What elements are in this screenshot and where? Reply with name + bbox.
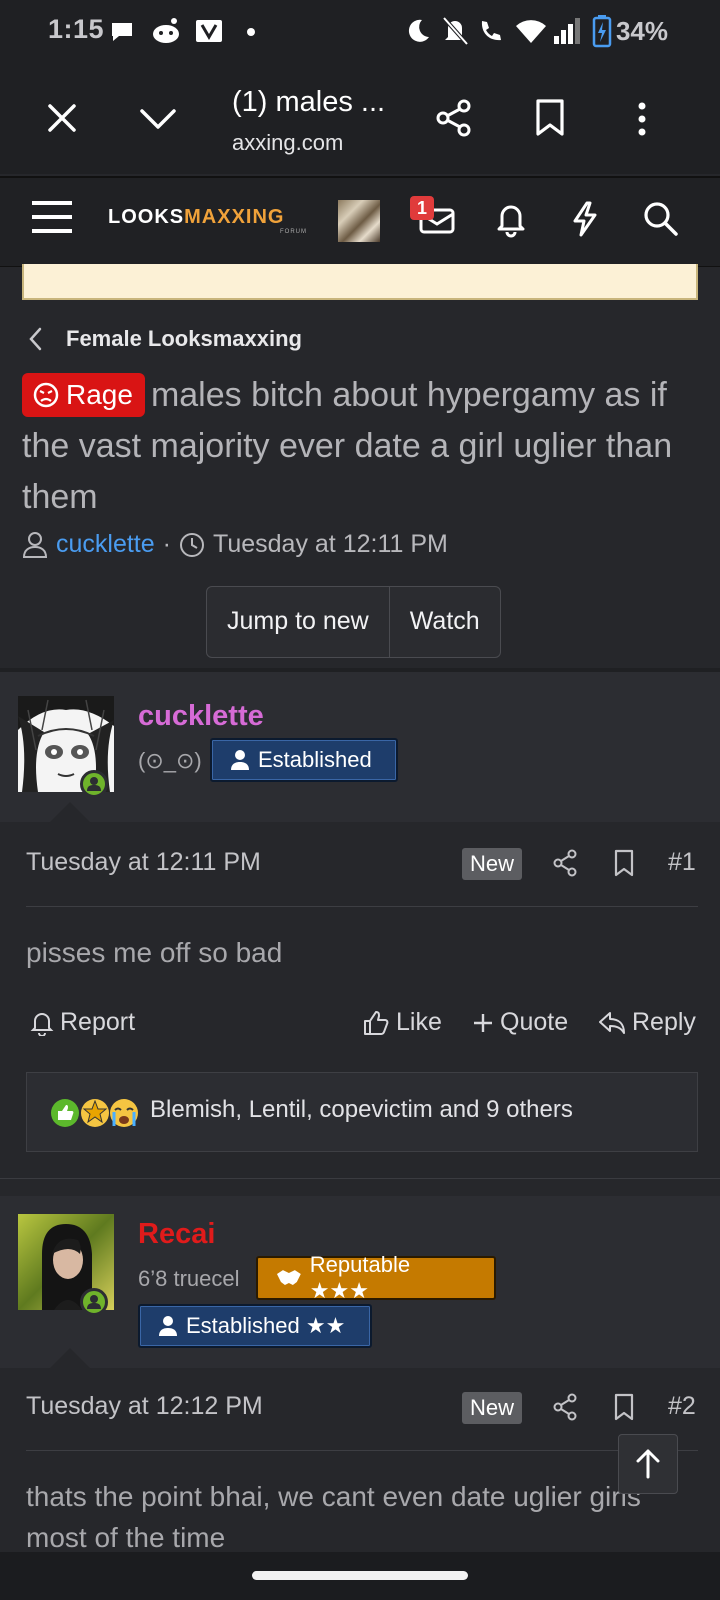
user-icon	[159, 1316, 177, 1336]
thread-meta: cucklette · Tuesday at 12:11 PM	[22, 530, 448, 559]
post-2-bookmark-icon[interactable]	[612, 1392, 636, 1422]
home-gesture-pill[interactable]	[252, 1571, 468, 1580]
browser-url[interactable]: axxing.com	[232, 130, 343, 156]
notice-banner	[22, 264, 698, 300]
online-user-icon	[87, 1295, 101, 1309]
scroll-to-top-button[interactable]	[618, 1434, 678, 1494]
share-icon[interactable]	[434, 98, 474, 138]
user-icon	[231, 750, 249, 770]
post-2-text: thats the point bhai, we cant even date …	[26, 1481, 641, 1553]
quote-label: Quote	[500, 1008, 569, 1036]
signal-icon	[554, 18, 580, 44]
browser-tab-title[interactable]: (1) males ...	[232, 86, 385, 119]
thread-prefix-label: Rage	[66, 379, 133, 410]
post-2-banner-reputable-label: Reputable ★★★	[309, 1252, 411, 1303]
battery-charging-icon	[592, 15, 612, 48]
post-1-new-tag: New	[462, 848, 523, 880]
thread-prefix-badge[interactable]: Rage	[22, 373, 145, 417]
chat-notification-icon	[112, 23, 132, 41]
report-label: Report	[60, 1008, 136, 1036]
post-2-online-indicator	[80, 1288, 108, 1316]
post-2-banner-established-label: Established ★★	[186, 1313, 346, 1338]
post-1-bookmark-icon[interactable]	[612, 848, 636, 878]
post-2-date[interactable]: Tuesday at 12:12 PM	[26, 1392, 263, 1421]
logo-looks: LOOKS	[108, 206, 185, 228]
chevron-down-icon[interactable]	[138, 102, 178, 134]
inbox-count-badge: 1	[410, 196, 434, 220]
post-1-user-title: (⊙_⊙)	[138, 748, 202, 773]
thread-button-group: Jump to new Watch	[206, 586, 501, 658]
alerts-bell-icon[interactable]	[494, 200, 528, 238]
dot-indicator-icon	[247, 28, 255, 36]
whats-new-bolt-icon[interactable]	[570, 200, 600, 238]
wifi-calling-icon	[481, 21, 501, 41]
post-2-share-icon[interactable]	[552, 1393, 578, 1421]
watch-button[interactable]: Watch	[388, 587, 500, 657]
post-2-divider	[26, 1450, 698, 1451]
post-1-banner-label: Established	[258, 747, 372, 772]
post-1-divider	[26, 906, 698, 907]
more-vert-icon[interactable]	[630, 100, 654, 138]
post-2-reputable-banner: Reputable ★★★	[256, 1252, 496, 1303]
online-user-icon	[87, 777, 101, 791]
angry-face-icon	[33, 382, 59, 408]
post-2-new-tag: New	[462, 1392, 523, 1424]
post-1-reaction-list[interactable]: Blemish, Lentil, copevictim and 9 others	[150, 1096, 573, 1124]
reddit-icon	[153, 18, 179, 43]
hamburger-menu-icon[interactable]	[30, 198, 74, 236]
breadcrumb-back-icon[interactable]	[28, 326, 44, 352]
jump-to-new-button[interactable]: Jump to new	[207, 587, 389, 657]
post-1-share-icon[interactable]	[552, 849, 578, 877]
breadcrumb[interactable]: Female Looksmaxxing	[66, 326, 302, 352]
handshake-icon	[276, 1270, 301, 1285]
post-2-pointer	[48, 1348, 92, 1370]
reaction-icons	[51, 1099, 138, 1127]
wifi-icon	[516, 20, 546, 43]
thread-start-date[interactable]: Tuesday at 12:11 PM	[213, 530, 448, 559]
user-avatar-thumbnail[interactable]	[338, 200, 380, 242]
arrow-up-icon	[636, 1449, 660, 1479]
post-2-username[interactable]: Recai	[138, 1218, 215, 1251]
status-time: 1:15	[48, 14, 105, 44]
thread-title: Rage males bitch about hypergamy as if th…	[22, 370, 702, 523]
thread-author-link[interactable]: cucklette	[56, 530, 155, 559]
post-2-user-title: 6’8 truecel	[138, 1266, 240, 1291]
close-icon[interactable]	[44, 100, 80, 136]
logo-forum-tag: FORUM	[280, 229, 307, 235]
user-outline-icon	[22, 531, 48, 558]
search-icon[interactable]	[642, 200, 680, 238]
post-1-report-action[interactable]: Report	[30, 1008, 135, 1037]
vpn-icon	[196, 20, 222, 42]
muted-bell-icon	[442, 16, 469, 46]
post-1-text: pisses me off so bad	[26, 937, 283, 968]
meta-separator: ·	[162, 530, 171, 558]
logo-maxxing: MAXXING	[184, 206, 285, 228]
post-1-number[interactable]: #1	[668, 848, 696, 877]
report-bell-icon	[30, 1012, 54, 1036]
post-1-date[interactable]: Tuesday at 12:11 PM	[26, 848, 261, 877]
post-2-established-banner: Established ★★	[138, 1304, 372, 1348]
like-label: Like	[396, 1008, 442, 1036]
bookmark-icon[interactable]	[532, 98, 568, 138]
thumbs-up-icon	[364, 1010, 389, 1035]
post-1-pointer	[48, 802, 92, 824]
site-logo[interactable]: LOOKSMAXXING	[108, 206, 284, 229]
reply-arrow-icon	[599, 1011, 625, 1034]
clock-icon	[180, 532, 204, 557]
post-separator-2	[0, 1178, 720, 1195]
plus-icon	[474, 1013, 492, 1032]
reply-label: Reply	[632, 1008, 696, 1036]
post-1-reply-action[interactable]: Reply	[598, 1008, 696, 1037]
post-1-established-banner: Established	[210, 738, 398, 782]
post-2-number[interactable]: #2	[668, 1392, 696, 1421]
post-1-quote-action[interactable]: Quote	[472, 1008, 568, 1037]
battery-percent: 34%	[615, 16, 668, 46]
post-1-username[interactable]: cucklette	[138, 700, 264, 733]
dnd-moon-icon	[408, 19, 429, 42]
post-1-like-action[interactable]: Like	[362, 1008, 442, 1037]
post-1-online-indicator	[80, 770, 108, 798]
